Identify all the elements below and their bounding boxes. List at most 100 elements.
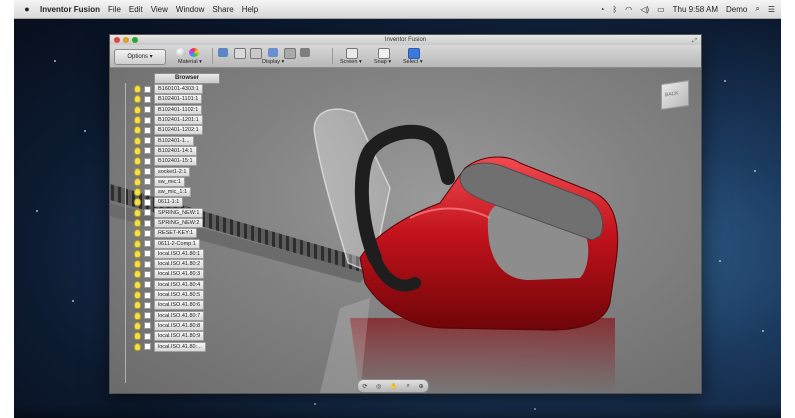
browser-item[interactable]: SPRING_NEW:2 (134, 218, 220, 228)
visibility-bulb-icon[interactable] (134, 342, 141, 351)
visibility-bulb-icon[interactable] (134, 188, 141, 197)
browser-item-label[interactable]: B102401-15:1 (154, 156, 197, 167)
browser-item-label[interactable]: B102401-1201:1 (154, 115, 203, 126)
browser-item[interactable]: local.ISO.41.80:2 (134, 259, 220, 270)
visibility-bulb-icon[interactable] (134, 229, 141, 238)
browser-item[interactable]: sw_mic_1:1 (134, 187, 220, 198)
browser-item-label[interactable]: 0611-2-Comp:1 (154, 238, 200, 249)
time-machine-icon[interactable]: ◔ (600, 5, 605, 14)
select-arrow-icon[interactable] (408, 48, 420, 59)
perspective-icon[interactable] (284, 48, 296, 59)
browser-item[interactable]: local.ISO.41.80:9 (134, 331, 220, 342)
visibility-bulb-icon[interactable] (134, 301, 141, 310)
browser-item-label[interactable]: local.ISO.41.80:2 (154, 259, 205, 270)
visibility-bulb-icon[interactable] (134, 116, 141, 125)
visibility-bulb-icon[interactable] (134, 167, 141, 176)
menu-edit[interactable]: Edit (129, 5, 143, 14)
zoom-window-button[interactable] (132, 37, 138, 43)
notification-center-icon[interactable]: ☰ (768, 5, 775, 14)
orbit-icon[interactable]: ⟳ (362, 383, 367, 390)
visibility-bulb-icon[interactable] (134, 208, 141, 217)
minimize-window-button[interactable] (123, 37, 129, 43)
menu-app-name[interactable]: Inventor Fusion (40, 5, 100, 14)
visibility-bulb-icon[interactable] (134, 105, 141, 114)
browser-item[interactable]: B102401-1... (134, 135, 220, 146)
menu-view[interactable]: View (151, 5, 168, 14)
browser-item[interactable]: B102401-1202:1 (134, 125, 220, 136)
browser-item-label[interactable]: B102401-1202:1 (154, 125, 203, 136)
browser-item[interactable]: RESET-KEY:1 (134, 228, 220, 239)
browser-item-label[interactable]: 0611-1:1 (154, 197, 184, 208)
appearance-palette-icon[interactable] (189, 48, 199, 57)
browser-item[interactable]: B102401-15:1 (134, 156, 220, 167)
visibility-bulb-icon[interactable] (134, 260, 141, 269)
spotlight-icon[interactable]: ⌕ (755, 4, 759, 14)
browser-item-label[interactable]: B102401-14:1 (154, 145, 197, 156)
browser-item-label[interactable]: B160101-4303:1 (154, 84, 203, 95)
browser-item-label[interactable]: local.ISO.41.80:6 (154, 300, 205, 311)
browser-item[interactable]: local.ISO.41.80:... (134, 341, 220, 352)
menu-window[interactable]: Window (176, 5, 204, 14)
pan-icon[interactable]: ✋ (390, 383, 397, 390)
visibility-bulb-icon[interactable] (134, 332, 141, 341)
browser-item[interactable]: sw_mic:1 (134, 176, 220, 187)
browser-item-label[interactable]: local.ISO.41.80:7 (154, 310, 205, 321)
snap-grid-icon[interactable] (378, 48, 390, 59)
environment-icon[interactable] (300, 48, 310, 57)
screen-capture-icon[interactable] (346, 48, 358, 59)
browser-item-label[interactable]: local.ISO.41.80:9 (154, 331, 205, 342)
window-titlebar[interactable]: Inventor Fusion ⤢ (110, 35, 701, 45)
visibility-bulb-icon[interactable] (134, 239, 141, 248)
shadow-icon[interactable] (234, 48, 246, 59)
display-label[interactable]: Display ▾ (262, 59, 284, 65)
visibility-bulb-icon[interactable] (134, 136, 141, 145)
browser-item[interactable]: local.ISO.41.80:1 (134, 248, 220, 259)
browser-item-label[interactable]: SPRING_NEW:1 (154, 207, 204, 218)
battery-icon[interactable]: ▭ (657, 5, 665, 14)
menubar-clock[interactable]: Thu 9:58 AM (673, 5, 718, 14)
material-group[interactable]: Material ▾ (174, 46, 208, 66)
visibility-bulb-icon[interactable] (134, 85, 141, 94)
browser-item-label[interactable]: B102401-1102:1 (154, 104, 203, 115)
view-cube-face[interactable]: BACK (665, 90, 679, 98)
options-button[interactable]: Options ▾ (114, 49, 166, 65)
visibility-bulb-icon[interactable] (134, 95, 141, 104)
browser-item-label[interactable]: sw_mic:1 (154, 176, 185, 187)
select-label[interactable]: Select ▾ (403, 59, 423, 65)
menubar-user[interactable]: Demo (726, 5, 747, 14)
menu-file[interactable]: File (108, 5, 121, 14)
browser-item-label[interactable]: RESET-KEY:1 (154, 228, 198, 239)
browser-item[interactable]: 0611-2-Comp:1 (134, 238, 220, 249)
menu-help[interactable]: Help (242, 5, 258, 14)
material-sphere-icon[interactable] (176, 48, 186, 57)
browser-item-label[interactable]: B102401-1... (154, 135, 194, 146)
bluetooth-icon[interactable]: ᛒ (612, 5, 617, 14)
browser-item[interactable]: B160101-4303:1 (134, 84, 220, 95)
browser-item[interactable]: SPRING_NEW:1 (134, 207, 220, 218)
snap-label[interactable]: Snap ▾ (374, 59, 391, 65)
screen-group[interactable]: Screen ▾ (338, 46, 368, 66)
browser-item[interactable]: local.ISO.41.80:7 (134, 310, 220, 321)
browser-item[interactable]: local.ISO.41.80:5 (134, 290, 220, 301)
browser-item[interactable]: B102401-1102:1 (134, 104, 220, 115)
apple-menu-icon[interactable]: ● (22, 4, 32, 14)
view-cube[interactable]: BACK (661, 80, 689, 110)
material-label[interactable]: Material ▾ (178, 59, 202, 65)
browser-item-label[interactable]: local.ISO.41.80:1 (154, 248, 205, 259)
visibility-bulb-icon[interactable] (134, 249, 141, 258)
browser-item-label[interactable]: local.ISO.41.80:8 (154, 320, 205, 331)
display-group[interactable]: Display ▾ (216, 46, 328, 66)
close-window-button[interactable] (114, 37, 120, 43)
browser-item[interactable]: local.ISO.41.80:6 (134, 300, 220, 311)
browser-item[interactable]: local.ISO.41.80:8 (134, 320, 220, 331)
browser-item[interactable]: B102401-1201:1 (134, 115, 220, 126)
menu-share[interactable]: Share (212, 5, 233, 14)
zoom-window-icon[interactable]: ⊕ (419, 383, 424, 390)
screen-label[interactable]: Screen ▾ (340, 59, 362, 65)
look-at-icon[interactable]: ◎ (376, 383, 381, 390)
browser-item[interactable]: B102401-1101:1 (134, 94, 220, 105)
browser-item[interactable]: B102401-14:1 (134, 145, 220, 156)
browser-item-label[interactable]: local.ISO.41.80:... (154, 341, 206, 352)
visibility-bulb-icon[interactable] (134, 280, 141, 289)
visual-style-icon[interactable] (218, 48, 228, 57)
